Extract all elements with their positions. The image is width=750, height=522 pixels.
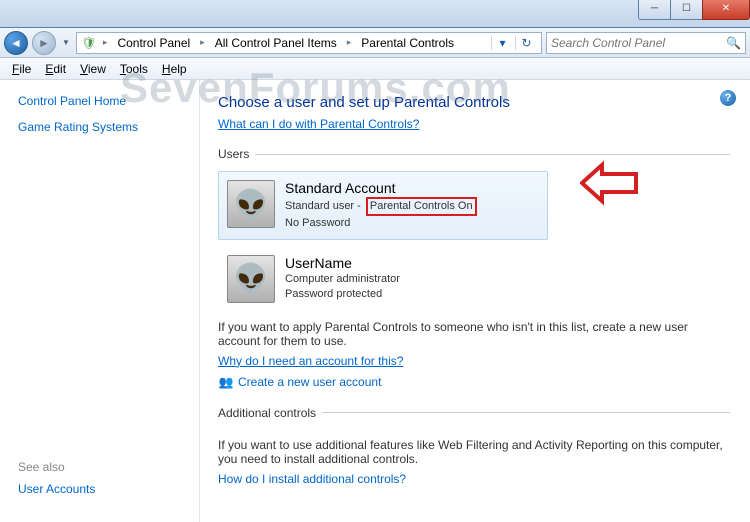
additional-hint: If you want to use additional features l… [218, 438, 730, 466]
help-icon[interactable]: ? [720, 90, 736, 106]
create-account-hint: If you want to apply Parental Controls t… [218, 320, 730, 348]
users-legend: Users [218, 147, 255, 161]
search-icon[interactable]: 🔍 [726, 36, 741, 50]
annotation-arrow [580, 160, 640, 206]
menu-view[interactable]: View [74, 60, 112, 78]
create-account-link[interactable]: Create a new user account [238, 375, 381, 389]
menu-bar: File Edit View Tools Help [0, 58, 750, 80]
user-password-status: Password protected [285, 288, 382, 300]
user-info: Standard Account Standard user - Parenta… [285, 180, 539, 231]
user-role: Computer administrator [285, 273, 400, 285]
user-info: UserName Computer administrator Password… [285, 255, 539, 303]
refresh-button[interactable]: ↻ [515, 36, 537, 50]
install-additional-link[interactable]: How do I install additional controls? [218, 472, 406, 486]
user-password-status: No Password [285, 217, 350, 229]
breadcrumb-item-0[interactable]: Control Panel [113, 34, 194, 52]
sidebar-game-rating[interactable]: Game Rating Systems [18, 120, 189, 134]
forward-button[interactable]: ► [32, 31, 56, 55]
user-role: Standard user [285, 200, 354, 212]
see-also-user-accounts[interactable]: User Accounts [18, 482, 189, 496]
address-bar[interactable]: 🛡 ▸ Control Panel ▸ All Control Panel It… [76, 32, 542, 54]
sidebar-home[interactable]: Control Panel Home [18, 94, 189, 108]
menu-file[interactable]: File [6, 60, 37, 78]
additional-legend: Additional controls [218, 406, 322, 420]
nav-toolbar: ◄ ► ▼ 🛡 ▸ Control Panel ▸ All Control Pa… [0, 28, 750, 58]
address-dropdown[interactable]: ▾ [491, 36, 513, 50]
create-account-link-row: 👥 Create a new user account [218, 374, 730, 390]
nav-history-dropdown[interactable]: ▼ [60, 38, 72, 47]
minimize-button[interactable]: ─ [638, 0, 670, 20]
parental-controls-status: Parental Controls On [366, 197, 477, 216]
users-group: Users 👽 Standard Account Standard user -… [218, 147, 730, 390]
additional-controls-group: Additional controls If you want to use a… [218, 406, 730, 486]
menu-help[interactable]: Help [156, 60, 193, 78]
maximize-button[interactable]: ☐ [670, 0, 702, 20]
avatar-icon: 👽 [227, 255, 275, 303]
user-card-standard[interactable]: 👽 Standard Account Standard user - Paren… [218, 171, 548, 240]
breadcrumb-item-2[interactable]: Parental Controls [357, 34, 458, 52]
avatar-icon: 👽 [227, 180, 275, 228]
breadcrumb-item-1[interactable]: All Control Panel Items [211, 34, 341, 52]
breadcrumb-separator: ▸ [343, 37, 356, 48]
help-link[interactable]: What can I do with Parental Controls? [218, 117, 419, 131]
title-bar: ─ ☐ ✕ [0, 0, 750, 28]
user-meta: Computer administrator Password protecte… [285, 272, 539, 302]
users-icon: 👥 [218, 374, 234, 390]
body: Control Panel Home Game Rating Systems S… [0, 80, 750, 522]
user-name: Standard Account [285, 180, 539, 196]
sidebar: Control Panel Home Game Rating Systems S… [0, 80, 200, 522]
breadcrumb-separator: ▸ [99, 37, 112, 48]
back-button[interactable]: ◄ [4, 31, 28, 55]
see-also-label: See also [18, 460, 189, 474]
search-input[interactable] [551, 36, 726, 50]
user-name: UserName [285, 255, 539, 271]
user-meta: Standard user - Parental Controls On No … [285, 197, 539, 231]
control-panel-icon: 🛡 [81, 35, 97, 51]
window-controls: ─ ☐ ✕ [638, 0, 750, 20]
menu-tools[interactable]: Tools [114, 60, 154, 78]
see-also-section: See also User Accounts [18, 460, 189, 508]
search-box[interactable]: 🔍 [546, 32, 746, 54]
page-title: Choose a user and set up Parental Contro… [218, 94, 730, 111]
why-account-link[interactable]: Why do I need an account for this? [218, 354, 403, 368]
main-content: ? Choose a user and set up Parental Cont… [200, 80, 750, 522]
close-button[interactable]: ✕ [702, 0, 750, 20]
breadcrumb-separator: ▸ [196, 37, 209, 48]
menu-edit[interactable]: Edit [39, 60, 72, 78]
user-card-admin[interactable]: 👽 UserName Computer administrator Passwo… [218, 246, 548, 312]
